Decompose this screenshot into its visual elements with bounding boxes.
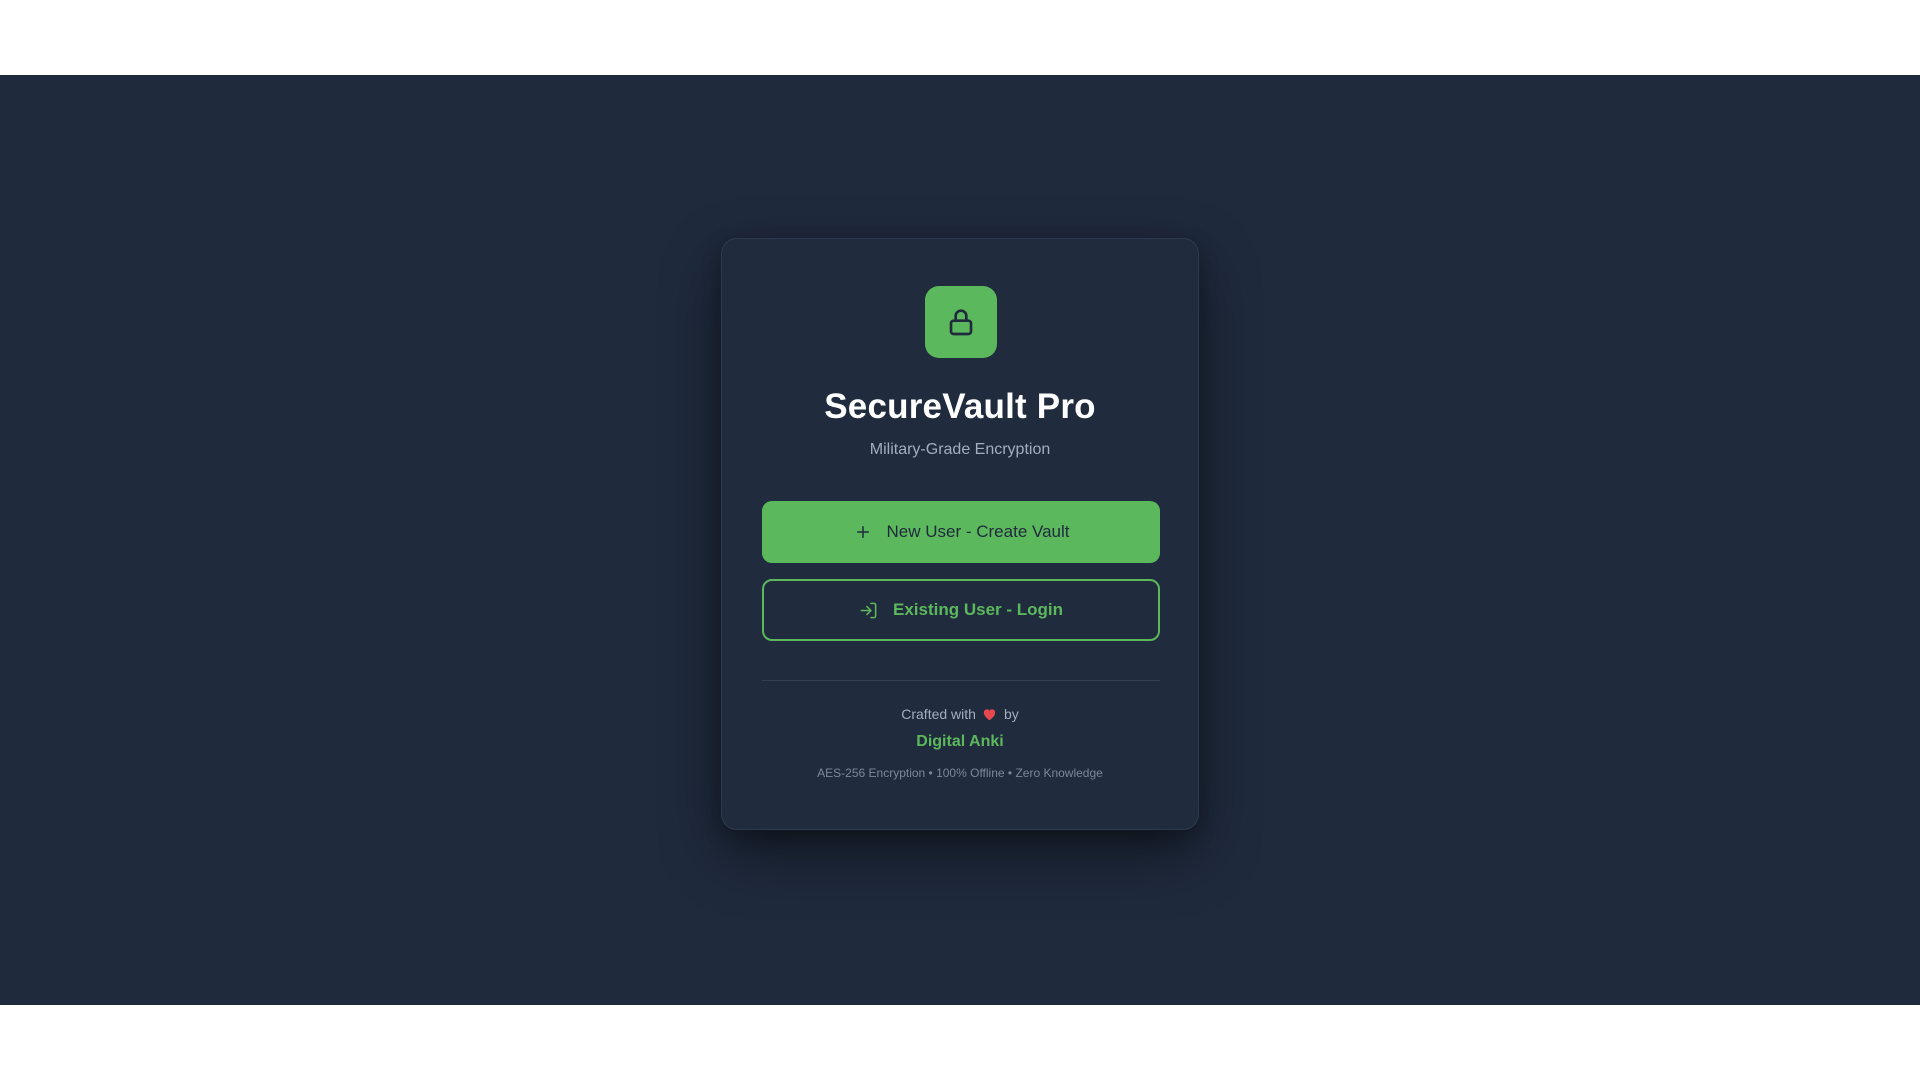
features-line: AES-256 Encryption • 100% Offline • Zero… (817, 766, 1103, 780)
crafted-line: Crafted with by (722, 706, 1198, 722)
plus-icon (853, 522, 873, 542)
login-arrow-icon (859, 600, 879, 620)
footer-divider (762, 680, 1160, 681)
crafted-prefix: Crafted with (901, 706, 976, 722)
lock-icon (949, 309, 973, 336)
login-label: Existing User - Login (892, 600, 1064, 619)
app-window: SecureVault Pro Military-Grade Encryptio… (0, 75, 1920, 1005)
crafted-suffix: by (1003, 706, 1019, 722)
app-logo (925, 286, 997, 358)
login-button[interactable]: Existing User - Login (762, 579, 1160, 641)
welcome-card: SecureVault Pro Military-Grade Encryptio… (721, 238, 1199, 830)
heart-icon (982, 706, 998, 722)
create-vault-label: New User - Create Vault (886, 522, 1070, 541)
app-subtitle: Military-Grade Encryption (869, 441, 1051, 458)
app-title: SecureVault Pro (824, 387, 1096, 426)
author-link[interactable]: Digital Anki (722, 733, 1198, 751)
create-vault-button[interactable]: New User - Create Vault (762, 501, 1160, 563)
